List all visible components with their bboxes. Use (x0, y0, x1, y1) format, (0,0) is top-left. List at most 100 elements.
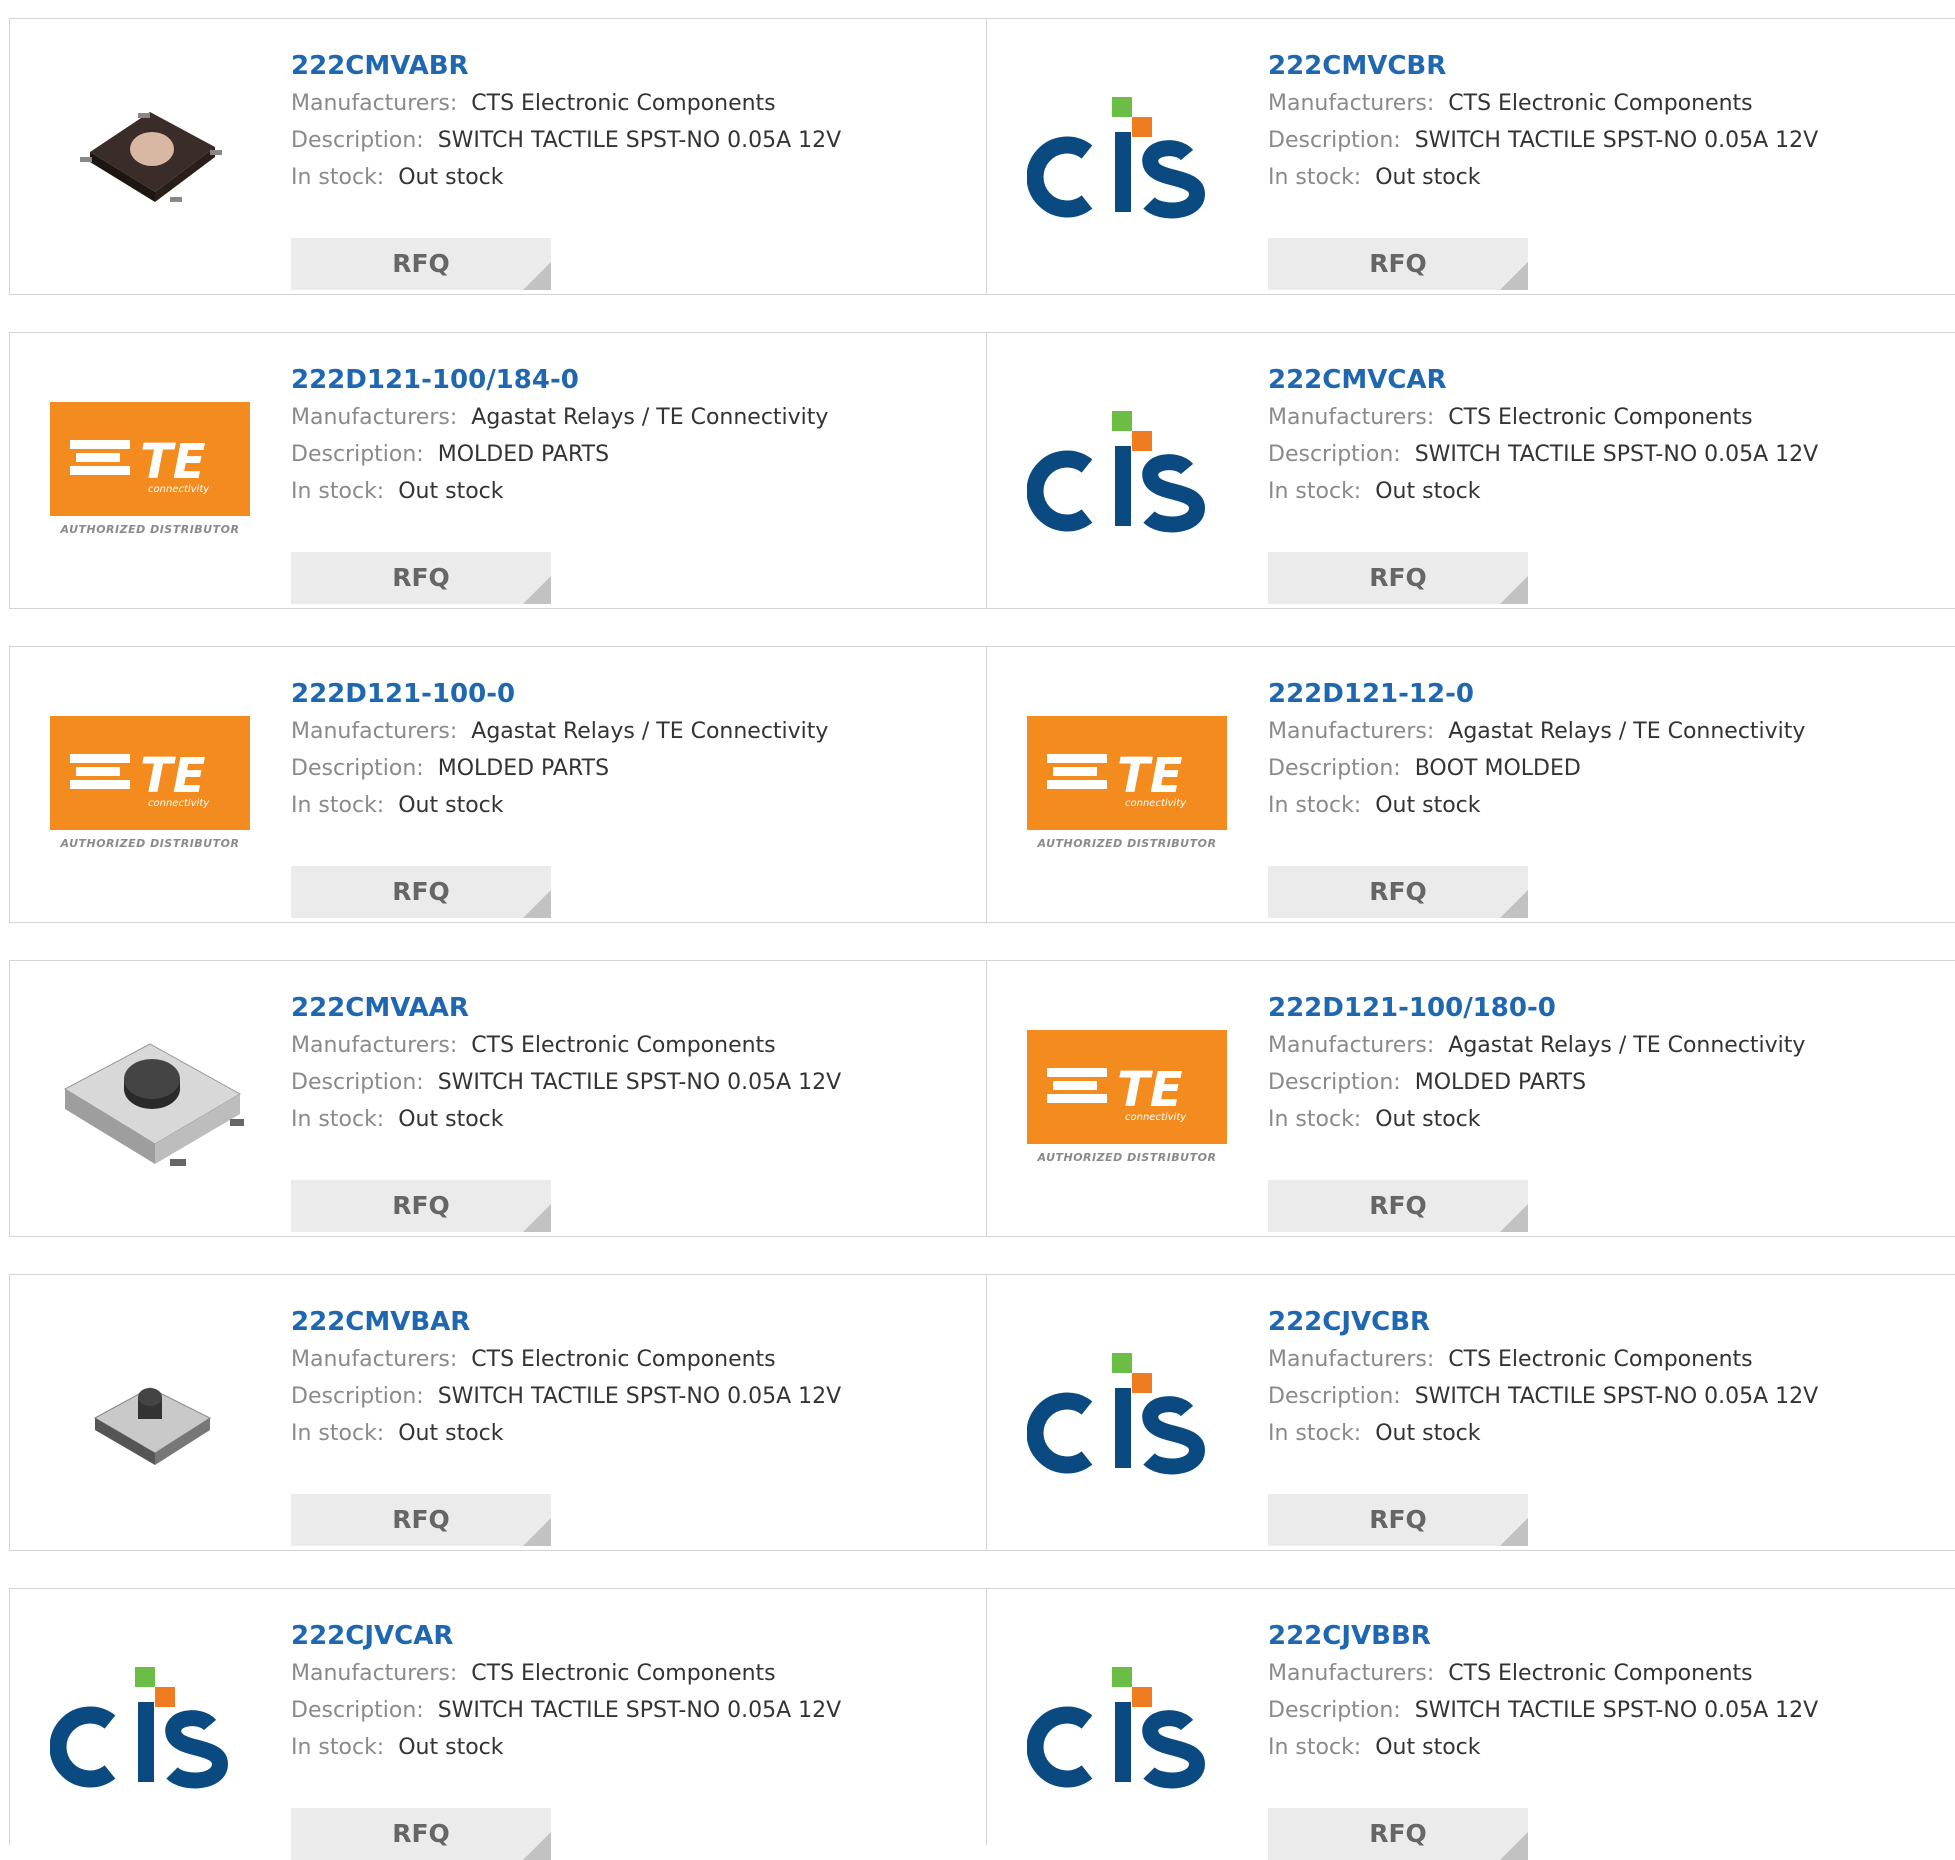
corner-triangle-icon (1500, 890, 1528, 918)
manufacturer-line: Manufacturers: Agastat Relays / TE Connec… (291, 399, 828, 436)
product-card: 222CJVBBR Manufacturers: CTS Electronic Co… (986, 1589, 1955, 1860)
manufacturer-line: Manufacturers: CTS Electronic Components (1268, 1655, 1818, 1692)
description-line: Description: BOOT MOLDED (1268, 750, 1805, 787)
rfq-button[interactable]: RFQ (1268, 238, 1528, 290)
manufacturer-line: Manufacturers: Agastat Relays / TE Connec… (291, 713, 828, 750)
stock-label: In stock: (1268, 479, 1362, 504)
tactile-switch-large-icon (50, 999, 250, 1199)
rfq-button[interactable]: RFQ (1268, 1180, 1528, 1232)
product-card: TE connectivity AUTHORIZED DISTRIBUTOR 222D… (986, 961, 1955, 1236)
part-number-link[interactable]: 222CMVCBR (1268, 47, 1818, 85)
part-number-link[interactable]: 222D121-12-0 (1268, 675, 1805, 713)
description-line: Description: SWITCH TACTILE SPST-NO 0.05A… (291, 1064, 841, 1101)
description-line: Description: MOLDED PARTS (291, 750, 828, 787)
stock-value: Out stock (1375, 793, 1481, 818)
rfq-button[interactable]: RFQ (291, 1808, 551, 1860)
part-number-link[interactable]: 222CJVCAR (291, 1617, 841, 1655)
manufacturer-value: Agastat Relays / TE Connectivity (1448, 719, 1806, 744)
corner-triangle-icon (1500, 1204, 1528, 1232)
te-logo-box: TE connectivity (1027, 716, 1227, 830)
stock-value: Out stock (1375, 479, 1481, 504)
part-number-link[interactable]: 222D121-100/184-0 (291, 361, 828, 399)
corner-triangle-icon (1500, 262, 1528, 290)
product-info: 222CMVCBR Manufacturers: CTS Electronic Co… (1268, 47, 1818, 290)
description-value: SWITCH TACTILE SPST-NO 0.05A 12V (437, 128, 842, 153)
rfq-button[interactable]: RFQ (291, 866, 551, 918)
stock-value: Out stock (398, 165, 504, 190)
description-value: SWITCH TACTILE SPST-NO 0.05A 12V (437, 1070, 842, 1095)
part-number-link[interactable]: 222CMVAAR (291, 989, 841, 1027)
rfq-label: RFQ (1369, 877, 1427, 906)
manufacturer-label: Manufacturers: (291, 405, 458, 430)
manufacturer-label: Manufacturers: (1268, 1033, 1435, 1058)
part-number-link[interactable]: 222CMVBAR (291, 1303, 841, 1341)
te-logo-sub: connectivity (148, 484, 210, 495)
rfq-button[interactable]: RFQ (1268, 866, 1528, 918)
description-value: SWITCH TACTILE SPST-NO 0.05A 12V (1414, 128, 1819, 153)
stock-label: In stock: (1268, 1735, 1362, 1760)
cts-logo (1027, 1667, 1206, 1789)
te-logo-mark: TEconnectivity (1047, 1062, 1187, 1123)
manufacturer-line: Manufacturers: CTS Electronic Components (1268, 1341, 1818, 1378)
product-card: 222CJVCBR Manufacturers: CTS Electronic Co… (986, 1275, 1955, 1550)
te-logo-box: TE connectivity (50, 716, 250, 830)
rfq-button[interactable]: RFQ (1268, 1494, 1528, 1546)
corner-triangle-icon (523, 1518, 551, 1546)
stock-line: In stock: Out stock (291, 473, 828, 510)
stock-label: In stock: (291, 793, 385, 818)
rfq-button[interactable]: RFQ (291, 552, 551, 604)
te-logo-sub: connectivity (1125, 798, 1187, 809)
manufacturer-value: CTS Electronic Components (471, 1347, 776, 1372)
description-label: Description: (291, 756, 424, 781)
product-grid: 222CMVABR Manufacturers: CTS Electronic Co… (9, 18, 1955, 1860)
manufacturer-label: Manufacturers: (291, 1033, 458, 1058)
te-logo-text: TE (1117, 1062, 1183, 1118)
manufacturer-value: CTS Electronic Components (1448, 405, 1753, 430)
product-row: TE connectivity AUTHORIZED DISTRIBUTOR 222D… (9, 332, 1955, 609)
stock-line: In stock: Out stock (291, 787, 828, 824)
manufacturer-line: Manufacturers: CTS Electronic Components (291, 85, 841, 122)
description-line: Description: MOLDED PARTS (291, 436, 828, 473)
manufacturer-line: Manufacturers: CTS Electronic Components (291, 1655, 841, 1692)
product-info: 222D121-12-0 Manufacturers: Agastat Relays… (1268, 675, 1806, 918)
stock-value: Out stock (398, 479, 504, 504)
corner-triangle-icon (523, 1204, 551, 1232)
manufacturer-line: Manufacturers: Agastat Relays / TE Connec… (1268, 1027, 1805, 1064)
description-label: Description: (291, 1384, 424, 1409)
rfq-label: RFQ (392, 563, 450, 592)
stock-value: Out stock (1375, 1107, 1481, 1132)
product-card: TE connectivity AUTHORIZED DISTRIBUTOR 222D… (986, 647, 1955, 922)
te-logo-text: TE (140, 434, 206, 490)
rfq-button[interactable]: RFQ (1268, 1808, 1528, 1860)
product-info: 222CJVCAR Manufacturers: CTS Electronic Co… (291, 1617, 842, 1860)
part-number-link[interactable]: 222CJVBBR (1268, 1617, 1818, 1655)
te-logo-sub: connectivity (148, 798, 210, 809)
rfq-button[interactable]: RFQ (291, 1494, 551, 1546)
description-label: Description: (291, 1070, 424, 1095)
stock-value: Out stock (398, 793, 504, 818)
part-number-link[interactable]: 222D121-100/180-0 (1268, 989, 1805, 1027)
part-number-link[interactable]: 222CMVCAR (1268, 361, 1818, 399)
manufacturer-line: Manufacturers: CTS Electronic Components (1268, 399, 1818, 436)
manufacturer-label: Manufacturers: (291, 719, 458, 744)
product-card: 222CMVBAR Manufacturers: CTS Electronic Co… (9, 1275, 986, 1550)
product-info: 222CMVBAR Manufacturers: CTS Electronic Co… (291, 1303, 841, 1546)
description-line: Description: SWITCH TACTILE SPST-NO 0.05A… (1268, 1378, 1818, 1415)
manufacturer-label: Manufacturers: (291, 1347, 458, 1372)
part-number-link[interactable]: 222CJVCBR (1268, 1303, 1818, 1341)
part-number-link[interactable]: 222CMVABR (291, 47, 841, 85)
rfq-button[interactable]: RFQ (291, 1180, 551, 1232)
rfq-button[interactable]: RFQ (291, 238, 551, 290)
authorized-distributor-text: AUTHORIZED DISTRIBUTOR (1037, 1151, 1217, 1164)
cts-logo (1027, 1627, 1227, 1827)
description-line: Description: MOLDED PARTS (1268, 1064, 1805, 1101)
manufacturer-value: CTS Electronic Components (1448, 91, 1753, 116)
part-number-link[interactable]: 222D121-100-0 (291, 675, 828, 713)
rfq-button[interactable]: RFQ (1268, 552, 1528, 604)
te-logo: TE connectivity AUTHORIZED DISTRIBUTOR (1027, 685, 1227, 885)
corner-triangle-icon (1500, 1832, 1528, 1860)
description-line: Description: SWITCH TACTILE SPST-NO 0.05A… (1268, 122, 1818, 159)
product-info: 222CMVABR Manufacturers: CTS Electronic Co… (291, 47, 842, 290)
description-value: SWITCH TACTILE SPST-NO 0.05A 12V (437, 1698, 842, 1723)
stock-label: In stock: (1268, 1421, 1362, 1446)
